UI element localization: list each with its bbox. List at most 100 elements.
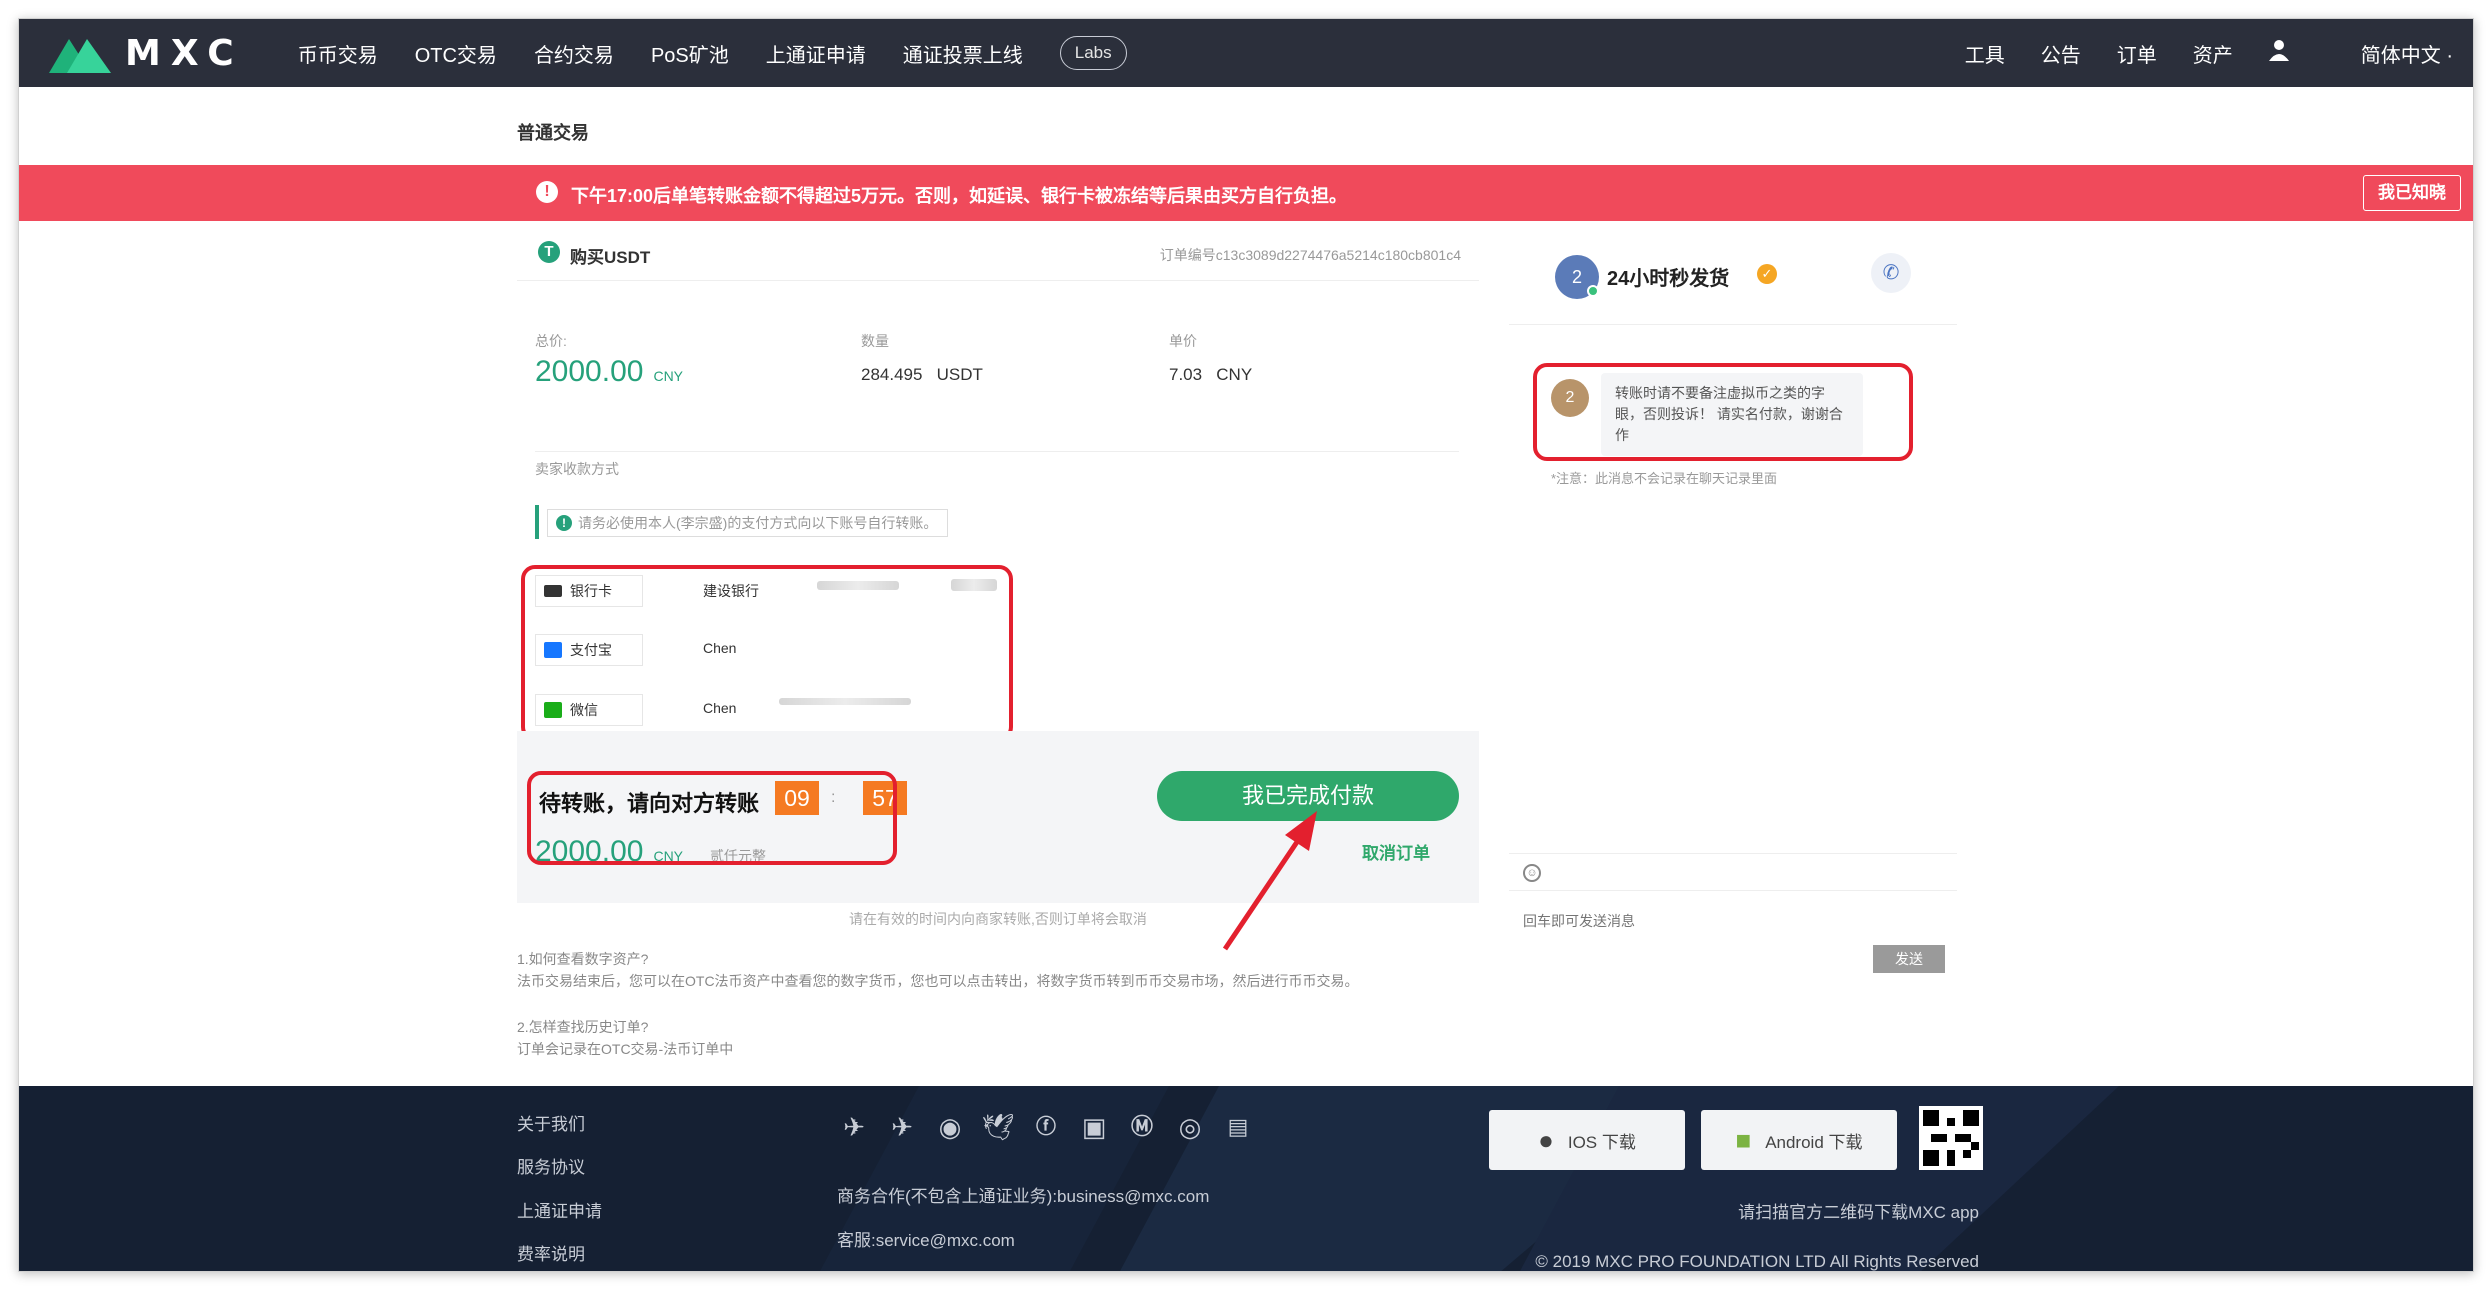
pending-payment-panel: 待转账，请向对方转账 09 : 57 2000.00 CNY 贰仟元整 我已完成付… xyxy=(517,731,1479,951)
faq-answer: 订单会记录在OTC交易-法币订单中 xyxy=(517,1041,734,1057)
order-card: T 购买USDT 订单编号c13c3089d2274476a5214c180cb… xyxy=(517,223,1479,741)
faq-question: 1.如何查看数字资产? xyxy=(517,951,649,967)
highlight-box xyxy=(521,565,1013,741)
nav-pos[interactable]: PoS矿池 xyxy=(651,39,729,68)
mxc-logo-icon xyxy=(49,39,111,73)
payment-notice: ! 请务必使用本人(李宗盛)的支付方式向以下账号自行转账。 xyxy=(535,505,949,539)
price-value: 7.03 xyxy=(1169,365,1203,384)
nav-assets[interactable]: 资产 xyxy=(2193,39,2233,68)
chat-panel: 2 24小时秒发货 ✓ ✆ 2 转账时请不要备注虚拟币之类的字眼，否则投诉！ 请… xyxy=(1509,223,1957,981)
price-label: 单价 xyxy=(1169,333,1197,349)
nav-tools[interactable]: 工具 xyxy=(1965,39,2005,68)
payment-notice-box: ! 请务必使用本人(李宗盛)的支付方式向以下账号自行转账。 xyxy=(547,509,949,537)
main-nav: 币币交易 OTC交易 合约交易 PoS矿池 上通证申请 通证投票上线 Labs xyxy=(298,36,1127,70)
payment-notice-text: 请务必使用本人(李宗盛)的支付方式向以下账号自行转账。 xyxy=(578,515,938,531)
discord-icon[interactable]: ▣ xyxy=(1077,1110,1111,1144)
nav-labs[interactable]: Labs xyxy=(1059,36,1127,70)
qty-value: 284.495 xyxy=(861,365,923,384)
order-card-header: T 购买USDT 订单编号c13c3089d2274476a5214c180cb… xyxy=(517,223,1479,281)
emoji-icon[interactable]: ☺ xyxy=(1523,864,1541,882)
chat-note: *注意：此消息不会记录在聊天记录里面 xyxy=(1551,471,1778,486)
linkedin-icon[interactable]: ▤ xyxy=(1221,1110,1255,1144)
faq-answer: 法币交易结束后，您可以在OTC法币资产中查看您的数字货币，您也可以点击转出，将数… xyxy=(517,973,1359,989)
cancel-order-link[interactable]: 取消订单 xyxy=(1362,839,1430,864)
footer-link-about[interactable]: 关于我们 xyxy=(517,1110,585,1135)
android-icon: ■ xyxy=(1735,1124,1752,1155)
verified-badge-icon: ✓ xyxy=(1757,264,1777,284)
faq-question: 2.怎样查找历史订单? xyxy=(517,1019,649,1035)
order-title: 购买USDT xyxy=(570,248,651,267)
telegram-cn-icon[interactable]: ✈ xyxy=(837,1110,871,1144)
page-title: 普通交易 xyxy=(517,123,589,143)
medium-icon[interactable]: Ⓜ xyxy=(1125,1110,1159,1144)
nav-otc[interactable]: OTC交易 xyxy=(415,39,497,68)
logo[interactable]: MXC xyxy=(49,33,244,74)
footer-link-terms[interactable]: 服务协议 xyxy=(517,1153,585,1178)
footer-link-listing[interactable]: 上通证申请 xyxy=(517,1197,602,1222)
twitter-icon[interactable]: 🕊 xyxy=(981,1110,1015,1144)
android-download-button[interactable]: ■ Android 下载 xyxy=(1701,1110,1897,1170)
alert-message: 下午17:00后单笔转账金额不得超过5万元。否则，如延误、银行卡被冻结等后果由买… xyxy=(571,186,1348,206)
nav-announcements[interactable]: 公告 xyxy=(2041,39,2081,68)
divider xyxy=(535,451,1459,452)
highlight-box xyxy=(1533,363,1913,461)
merchant-avatar: 2 xyxy=(1555,255,1599,299)
reddit-icon[interactable]: ◎ xyxy=(1173,1110,1207,1144)
total-amount: 2000.00 CNY xyxy=(535,355,683,389)
footer: 关于我们 服务协议 上通证申请 费率说明 ✈ ✈ ◉ 🕊 ⓕ ▣ Ⓜ ◎ ▤ 商… xyxy=(19,1086,2473,1271)
alert-banner: ! 下午17:00后单笔转账金额不得超过5万元。否则，如延误、银行卡被冻结等后果… xyxy=(19,165,2473,221)
arrow-annotation-icon xyxy=(1222,811,1317,951)
price-unit: CNY xyxy=(1216,365,1253,384)
info-icon: ! xyxy=(556,515,572,531)
copyright: © 2019 MXC PRO FOUNDATION LTD All Rights… xyxy=(1535,1252,1979,1271)
send-button[interactable]: 发送 xyxy=(1873,945,1945,973)
browser-frame: MXC 币币交易 OTC交易 合约交易 PoS矿池 上通证申请 通证投票上线 L… xyxy=(18,18,2474,1272)
service-contact: 客服:service@mxc.com xyxy=(837,1231,1015,1250)
nav-vote[interactable]: 通证投票上线 xyxy=(903,39,1023,68)
merchant-name: 24小时秒发货 xyxy=(1607,268,1730,290)
phone-icon[interactable]: ✆ xyxy=(1871,253,1911,293)
apple-icon: ● xyxy=(1538,1124,1554,1155)
language-caret: · xyxy=(2446,44,2453,67)
nav-contract[interactable]: 合约交易 xyxy=(534,39,614,68)
scan-tip: 请扫描官方二维码下载MXC app xyxy=(1738,1203,1979,1222)
online-dot xyxy=(1587,285,1599,297)
total-unit: CNY xyxy=(653,368,684,384)
qr-code-icon xyxy=(1923,1110,1979,1166)
qty-label: 数量 xyxy=(861,333,889,349)
qty-unit: USDT xyxy=(936,365,983,384)
facebook-icon[interactable]: ⓕ xyxy=(1029,1110,1063,1144)
total-label: 总价: xyxy=(535,333,567,349)
pending-tip: 请在有效的时间内向商家转账,否则订单将会取消 xyxy=(849,911,1147,927)
usdt-icon: T xyxy=(538,241,560,263)
sub-header: 普通交易 xyxy=(19,87,2473,165)
business-contact: 商务合作(不包含上通证业务):business@mxc.com xyxy=(837,1187,1210,1206)
footer-link-fees[interactable]: 费率说明 xyxy=(517,1240,585,1265)
nav-orders[interactable]: 订单 xyxy=(2117,39,2157,68)
nav-spot[interactable]: 币币交易 xyxy=(298,39,378,68)
user-icon[interactable] xyxy=(2268,39,2289,67)
total-value: 2000.00 xyxy=(535,355,644,388)
chat-toolbar: ☺ xyxy=(1509,853,1957,891)
acknowledge-button[interactable]: 我已知晓 xyxy=(2363,175,2461,211)
qty: 284.495 USDT xyxy=(861,365,983,385)
alert-icon: ! xyxy=(536,181,558,203)
telegram-en-icon[interactable]: ✈ xyxy=(885,1110,919,1144)
payment-methods-label: 卖家收款方式 xyxy=(535,461,619,477)
top-nav: MXC 币币交易 OTC交易 合约交易 PoS矿池 上通证申请 通证投票上线 L… xyxy=(19,19,2473,87)
language-select[interactable]: 简体中文 · xyxy=(2325,39,2453,68)
weibo-icon[interactable]: ◉ xyxy=(933,1110,967,1144)
chat-header: 2 24小时秒发货 ✓ ✆ xyxy=(1509,223,1957,325)
nav-right: 工具 公告 订单 资产 简体中文 · xyxy=(1929,19,2453,87)
android-download-label: Android 下载 xyxy=(1765,1132,1863,1152)
ios-download-button[interactable]: ● IOS 下载 xyxy=(1489,1110,1685,1170)
nav-listing-apply[interactable]: 上通证申请 xyxy=(766,39,866,68)
qr-code xyxy=(1919,1106,1983,1170)
social-links: ✈ ✈ ◉ 🕊 ⓕ ▣ Ⓜ ◎ ▤ xyxy=(837,1110,1269,1144)
highlight-box xyxy=(527,771,897,865)
order-number: 订单编号c13c3089d2274476a5214c180cb801c4 xyxy=(1159,247,1461,263)
language-label: 简体中文 xyxy=(2360,44,2441,67)
logo-text: MXC xyxy=(125,32,244,74)
chat-input[interactable] xyxy=(1523,913,1923,929)
unit-price: 7.03 CNY xyxy=(1169,365,1252,385)
